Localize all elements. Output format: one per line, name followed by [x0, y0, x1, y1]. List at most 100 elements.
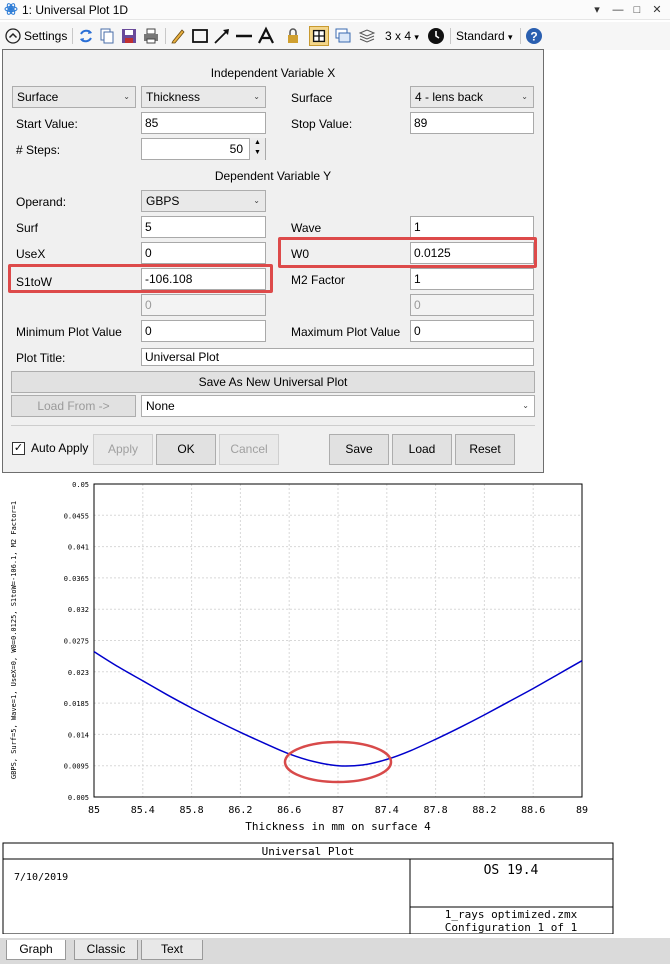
dropdown-arrow-icon[interactable]: ▾	[588, 1, 606, 19]
x-param-combo[interactable]: Thickness ⌄	[141, 86, 266, 108]
x-type-combo[interactable]: Surface ⌄	[12, 86, 136, 108]
x-tick-label: 87.4	[375, 805, 399, 816]
chevron-down-icon: ▾	[508, 32, 513, 42]
plot-area: 85 85.4 85.8 86.2 86.6 87 87.4 87.8 88.2 88.6 89 0…	[0, 476, 670, 935]
x-tick-label: 86.2	[228, 805, 252, 816]
line-icon[interactable]	[234, 26, 254, 46]
chevron-down-icon: ⌄	[123, 92, 130, 101]
m2-factor-input[interactable]: 1	[410, 268, 534, 290]
close-icon[interactable]: ✕	[648, 1, 666, 19]
restore-icon[interactable]: □	[628, 1, 646, 19]
max-plot-input[interactable]: 0	[410, 320, 534, 342]
help-icon[interactable]: ?	[524, 26, 544, 46]
pencil-icon[interactable]	[168, 26, 188, 46]
bottom-tab-bar: Graph Classic Text	[0, 938, 670, 964]
standard-dropdown[interactable]: Standard ▾	[456, 26, 513, 46]
window-layout-icon[interactable]	[333, 26, 353, 46]
chevron-down-icon: ⌄	[253, 92, 260, 101]
rectangle-icon[interactable]	[190, 26, 210, 46]
ok-button[interactable]: OK	[156, 434, 216, 465]
x-tick-label: 88.2	[472, 805, 496, 816]
y-tick-label: 0.0275	[64, 638, 89, 646]
app-logo-icon	[4, 3, 18, 15]
start-value-label: Start Value:	[16, 117, 78, 131]
load-button[interactable]: Load	[392, 434, 452, 465]
operand-combo[interactable]: GBPS ⌄	[141, 190, 266, 212]
arrow-icon[interactable]	[212, 26, 232, 46]
load-combo[interactable]: None ⌄	[141, 395, 535, 417]
steps-input[interactable]: 50	[141, 138, 266, 160]
y-tick-label: 0.0365	[64, 575, 89, 583]
plot-title-input[interactable]: Universal Plot	[141, 348, 534, 366]
settings-collapse-icon[interactable]	[3, 26, 23, 46]
lock-icon[interactable]	[283, 26, 303, 46]
load-from-button[interactable]: Load From ->	[11, 395, 136, 417]
reset-button[interactable]: Reset	[455, 434, 515, 465]
m2-factor-label: M2 Factor	[291, 273, 346, 287]
auto-apply-label: Auto Apply	[31, 441, 89, 455]
layout-dropdown[interactable]: 3 x 4 ▾	[385, 26, 419, 46]
plot-grid	[93, 483, 583, 798]
section-x-title: Independent Variable X	[210, 66, 336, 80]
toolbar-separator	[520, 28, 521, 44]
stop-value-input[interactable]: 89	[410, 112, 534, 134]
min-plot-input[interactable]: 0	[141, 320, 266, 342]
y-axis-label: GBPS, Surf=5, Wave=1, UseX=0, W0=0.0125,…	[10, 501, 18, 779]
spin-down-icon[interactable]: ▼	[250, 148, 265, 158]
save-button[interactable]: Save	[329, 434, 389, 465]
x-tick-label: 89	[576, 805, 588, 816]
tiled-view-icon[interactable]	[309, 26, 329, 46]
footer-config: Configuration 1 of 1	[445, 921, 577, 934]
tab-classic[interactable]: Classic	[74, 940, 138, 960]
cancel-button[interactable]: Cancel	[219, 434, 279, 465]
copy-icon[interactable]	[97, 26, 117, 46]
x-tick-label: 87.8	[424, 805, 448, 816]
x-tick-label: 85.8	[180, 805, 204, 816]
chevron-down-icon: ⌄	[521, 92, 528, 101]
extra-param-left: 0	[141, 294, 266, 316]
standard-label: Standard	[456, 29, 505, 43]
clock-icon[interactable]	[426, 26, 446, 46]
y-tick-label: 0.023	[68, 669, 89, 677]
max-plot-label: Maximum Plot Value	[291, 325, 401, 339]
wave-input[interactable]: 1	[410, 216, 534, 238]
minimize-icon[interactable]: —	[609, 1, 627, 19]
toolbar-separator	[450, 28, 451, 44]
footer-version: OS 19.4	[484, 863, 539, 878]
y-tick-label: 0.005	[68, 794, 89, 802]
extra-param-right: 0	[410, 294, 534, 316]
wave-label: Wave	[291, 221, 322, 235]
chevron-down-icon: ⌄	[522, 401, 529, 410]
layers-icon[interactable]	[357, 26, 377, 46]
operand-label: Operand:	[16, 195, 67, 209]
plot-svg: 85 85.4 85.8 86.2 86.6 87 87.4 87.8 88.2 88.6 89 0…	[2, 481, 614, 935]
tab-text[interactable]: Text	[141, 940, 203, 960]
x-tick-label: 88.6	[521, 805, 545, 816]
chevron-down-icon: ⌄	[253, 196, 260, 205]
footer-date: 7/10/2019	[14, 872, 68, 883]
save-as-new-button[interactable]: Save As New Universal Plot	[11, 371, 535, 393]
y-tick-label: 0.041	[68, 544, 89, 552]
settings-button[interactable]: Settings	[24, 26, 67, 46]
tab-graph[interactable]: Graph	[6, 940, 66, 960]
text-icon[interactable]	[256, 26, 276, 46]
print-icon[interactable]	[141, 26, 161, 46]
spin-up-icon[interactable]: ▲	[250, 138, 265, 148]
layout-label: 3 x 4	[385, 29, 412, 43]
load-combo-value: None	[146, 399, 175, 413]
usex-input[interactable]: 0	[141, 242, 266, 264]
window-title: 1: Universal Plot 1D	[22, 3, 129, 17]
svg-text:?: ?	[530, 30, 537, 44]
surface-combo[interactable]: 4 - lens back ⌄	[410, 86, 534, 108]
start-value-input[interactable]: 85	[141, 112, 266, 134]
footer-title: Universal Plot	[262, 845, 355, 858]
steps-spinner[interactable]: ▲ ▼	[249, 138, 265, 160]
divider	[11, 425, 535, 426]
window-title-bar: 1: Universal Plot 1D ▾ — □ ✕	[0, 0, 670, 20]
refresh-icon[interactable]	[76, 26, 96, 46]
y-tick-label: 0.05	[72, 481, 89, 489]
auto-apply-checkbox[interactable]: ✓	[12, 442, 25, 455]
save-icon[interactable]	[119, 26, 139, 46]
apply-button[interactable]: Apply	[93, 434, 153, 465]
surf-input[interactable]: 5	[141, 216, 266, 238]
